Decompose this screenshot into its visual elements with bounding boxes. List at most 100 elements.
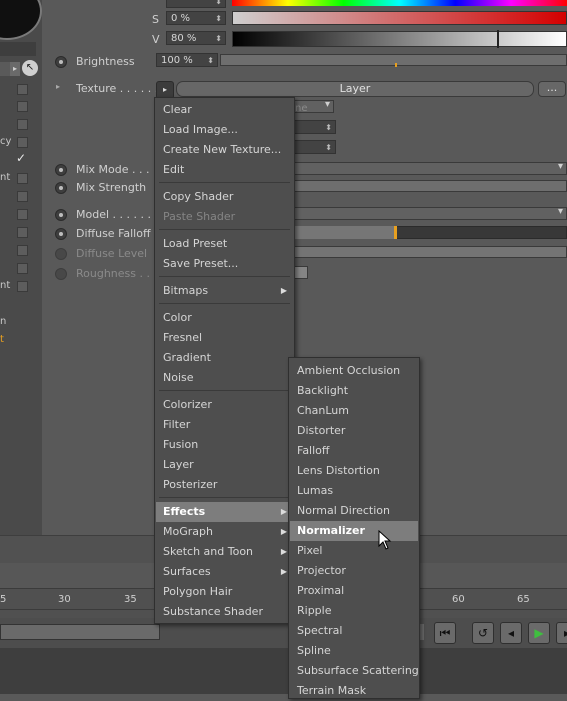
- brightness-label: Brightness: [76, 55, 135, 68]
- menu-item-color[interactable]: Color: [156, 308, 293, 328]
- checkbox[interactable]: [17, 245, 28, 256]
- submenu-item-spectral[interactable]: Spectral: [290, 621, 418, 641]
- menu-item-noise[interactable]: Noise: [156, 368, 293, 388]
- menu-item-filter[interactable]: Filter: [156, 415, 293, 435]
- play-icon[interactable]: ▶: [528, 622, 550, 644]
- menu-item-load-image[interactable]: Load Image...: [156, 120, 293, 140]
- pick-cursor-icon[interactable]: ↖: [22, 60, 38, 76]
- submenu-item-lumas[interactable]: Lumas: [290, 481, 418, 501]
- menu-item-copy-shader[interactable]: Copy Shader: [156, 187, 293, 207]
- menu-item-posterizer[interactable]: Posterizer: [156, 475, 293, 495]
- submenu-item-projector[interactable]: Projector: [290, 561, 418, 581]
- menu-separator: [159, 390, 290, 391]
- menu-item-substance-shader[interactable]: Substance Shader: [156, 602, 293, 622]
- submenu-item-ripple[interactable]: Ripple: [290, 601, 418, 621]
- sampling-dropdown[interactable]: ne: [290, 99, 334, 114]
- menu-item-surfaces[interactable]: Surfaces ▶: [156, 562, 293, 582]
- submenu-item-ambient-occlusion[interactable]: Ambient Occlusion: [290, 361, 418, 381]
- checkbox[interactable]: [17, 281, 28, 292]
- left-label: t: [0, 334, 4, 345]
- v-label: V: [152, 33, 160, 46]
- submenu-arrow-icon: ▶: [280, 286, 287, 295]
- previous-frame-icon[interactable]: ◂: [500, 622, 522, 644]
- slider-marker: [395, 63, 397, 67]
- submenu-item-terrain-mask[interactable]: Terrain Mask: [290, 681, 418, 701]
- menu-item-mograph[interactable]: MoGraph ▶: [156, 522, 293, 542]
- go-to-start-icon[interactable]: ⏮: [434, 622, 456, 644]
- menu-item-edit[interactable]: Edit: [156, 160, 293, 180]
- menu-item-sketch-and-toon[interactable]: Sketch and Toon ▶: [156, 542, 293, 562]
- h-field[interactable]: ⬍: [166, 0, 226, 8]
- brightness-slider[interactable]: [220, 54, 567, 66]
- saturation-slider[interactable]: [232, 11, 567, 25]
- checkmark-icon[interactable]: ✓: [16, 151, 26, 165]
- submenu-arrow-icon: ▶: [280, 507, 287, 516]
- menu-item-save-preset[interactable]: Save Preset...: [156, 254, 293, 274]
- previous-key-icon[interactable]: ↺: [472, 622, 494, 644]
- texture-label: Texture . . . . . .: [76, 82, 159, 95]
- submenu-item-distorter[interactable]: Distorter: [290, 421, 418, 441]
- roughness-radio[interactable]: [55, 268, 67, 280]
- model-dropdown[interactable]: [290, 206, 567, 220]
- menu-item-create-new-texture[interactable]: Create New Texture...: [156, 140, 293, 160]
- value-slider-handle[interactable]: [497, 30, 499, 48]
- expand-arrow-icon[interactable]: ▸: [10, 62, 20, 76]
- checkbox[interactable]: [17, 119, 28, 130]
- blur-offset-field[interactable]: ⬍: [290, 120, 336, 134]
- value-slider[interactable]: [232, 31, 567, 47]
- checkbox[interactable]: [17, 263, 28, 274]
- checkbox[interactable]: [17, 227, 28, 238]
- s-field[interactable]: 0 % ⬍: [166, 11, 226, 25]
- menu-item-bitmaps[interactable]: Bitmaps ▶: [156, 281, 293, 301]
- brightness-field[interactable]: 100 % ⬍: [156, 53, 218, 67]
- brightness-radio[interactable]: [55, 56, 67, 68]
- submenu-item-spline[interactable]: Spline: [290, 641, 418, 661]
- texture-layer-button[interactable]: Layer: [176, 81, 534, 97]
- mix-strength-radio[interactable]: [55, 182, 67, 194]
- mix-mode-dropdown[interactable]: [290, 161, 567, 175]
- menu-item-fusion[interactable]: Fusion: [156, 435, 293, 455]
- mix-mode-radio[interactable]: [55, 164, 67, 176]
- tick-label: 30: [58, 594, 71, 605]
- submenu-item-backlight[interactable]: Backlight: [290, 381, 418, 401]
- checkbox[interactable]: [17, 173, 28, 184]
- left-field: [0, 62, 10, 76]
- texture-more-button[interactable]: ...: [538, 81, 566, 97]
- menu-item-gradient[interactable]: Gradient: [156, 348, 293, 368]
- frame-field[interactable]: [0, 624, 160, 640]
- submenu-item-chanlum[interactable]: ChanLum: [290, 401, 418, 421]
- checkbox[interactable]: [17, 137, 28, 148]
- menu-item-polygon-hair[interactable]: Polygon Hair: [156, 582, 293, 602]
- diffuse-falloff-radio[interactable]: [55, 228, 67, 240]
- menu-item-fresnel[interactable]: Fresnel: [156, 328, 293, 348]
- submenu-item-normalizer[interactable]: Normalizer: [290, 521, 418, 541]
- hue-gradient-slider[interactable]: [232, 0, 567, 6]
- checkbox[interactable]: [17, 191, 28, 202]
- effects-submenu: Ambient Occlusion Backlight ChanLum Dist…: [288, 357, 420, 699]
- menu-item-effects[interactable]: Effects ▶: [156, 502, 293, 522]
- mix-strength-slider[interactable]: [290, 180, 567, 192]
- submenu-item-lens-distortion[interactable]: Lens Distortion: [290, 461, 418, 481]
- menu-item-colorizer[interactable]: Colorizer: [156, 395, 293, 415]
- left-label: nt: [0, 172, 11, 183]
- submenu-item-normal-direction[interactable]: Normal Direction: [290, 501, 418, 521]
- diffuse-level-radio[interactable]: [55, 248, 67, 260]
- blur-scale-field[interactable]: ⬍: [290, 140, 336, 154]
- mouse-cursor-icon: [378, 529, 392, 550]
- v-field[interactable]: 80 % ⬍: [166, 31, 226, 45]
- menu-item-load-preset[interactable]: Load Preset: [156, 234, 293, 254]
- next-frame-icon[interactable]: ▸: [556, 622, 567, 644]
- submenu-item-subsurface-scattering[interactable]: Subsurface Scattering: [290, 661, 419, 681]
- diffuse-level-slider[interactable]: [290, 246, 567, 258]
- checkbox[interactable]: [17, 209, 28, 220]
- submenu-item-proximal[interactable]: Proximal: [290, 581, 418, 601]
- submenu-item-pixel[interactable]: Pixel: [290, 541, 418, 561]
- checkbox[interactable]: [17, 84, 28, 95]
- model-radio[interactable]: [55, 209, 67, 221]
- menu-item-layer[interactable]: Layer: [156, 455, 293, 475]
- submenu-item-falloff[interactable]: Falloff: [290, 441, 418, 461]
- checkbox[interactable]: [17, 101, 28, 112]
- expand-arrow-icon[interactable]: ▸: [56, 82, 60, 91]
- menu-item-clear[interactable]: Clear: [156, 100, 293, 120]
- left-label: cy: [0, 136, 12, 147]
